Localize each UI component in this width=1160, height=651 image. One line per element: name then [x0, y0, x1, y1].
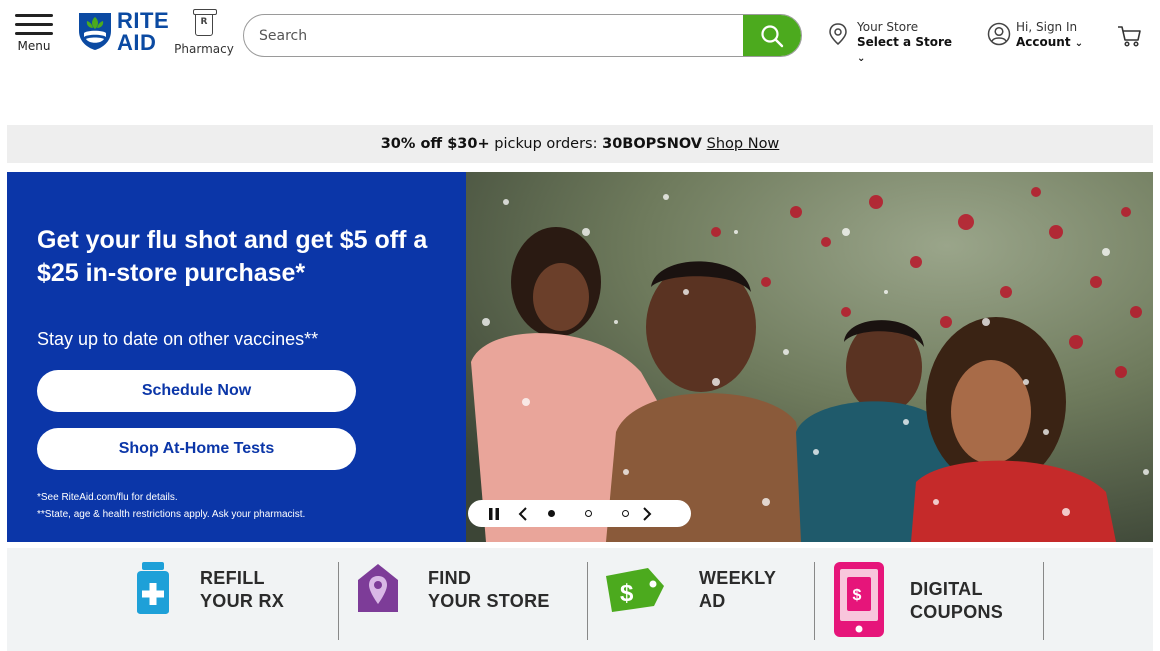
account-label: Account ⌄ [1016, 35, 1084, 49]
user-icon [987, 22, 1011, 46]
pause-icon [489, 507, 499, 520]
hero-text-panel: Get your flu shot and get $5 off a $25 i… [7, 172, 466, 542]
inactive-dot-icon [621, 510, 629, 517]
menu-button[interactable]: Menu [14, 14, 54, 58]
account-menu[interactable]: Hi, Sign In Account ⌄ [987, 20, 1097, 54]
chevron-down-icon: ⌄ [1074, 38, 1084, 49]
quick-link-label: REFILL YOUR RX [200, 568, 285, 611]
chevron-left-icon [518, 506, 527, 521]
hamburger-icon [14, 14, 54, 35]
logo-wordmark: RITE AID [117, 8, 170, 55]
family-photo [466, 172, 1153, 542]
quick-link-digital-coupons[interactable]: $ DIGITAL COUPONS [832, 548, 1042, 651]
pharmacy-link[interactable]: R Pharmacy [172, 9, 236, 60]
carousel-controls [468, 500, 691, 527]
divider [338, 562, 339, 640]
search-button[interactable] [743, 15, 801, 56]
shop-at-home-tests-button[interactable]: Shop At-Home Tests [37, 428, 356, 470]
site-header: Menu RITE AID R Pharmacy Search Your Sto… [0, 0, 1160, 72]
carousel-dot-2[interactable] [581, 500, 595, 527]
quick-link-label: FIND YOUR STORE [428, 568, 550, 611]
carousel-prev-button[interactable] [516, 500, 530, 527]
hero-title: Get your flu shot and get $5 off a $25 i… [37, 226, 428, 287]
promo-text: pickup orders: [489, 136, 603, 152]
hero-subtitle: Stay up to date on other vaccines** [37, 329, 319, 349]
schedule-now-button[interactable]: Schedule Now [37, 370, 356, 412]
menu-label: Menu [17, 39, 51, 53]
carousel-dot-1[interactable] [544, 500, 558, 527]
rite-aid-logo[interactable]: RITE AID [77, 10, 173, 56]
store-label: Your Store [857, 20, 919, 34]
quick-links-bar: REFILL YOUR RX FIND YOUR STORE $ WEEKLY AD [7, 548, 1153, 651]
cart-icon [1118, 26, 1141, 47]
promo-code: 30BOPSNOV [602, 136, 703, 152]
pharmacy-label: Pharmacy [174, 42, 234, 56]
digital-coupons-icon: $ [834, 562, 884, 637]
quick-link-weekly-ad[interactable]: $ WEEKLY AD [602, 548, 812, 651]
hero-carousel: Get your flu shot and get $5 off a $25 i… [7, 172, 1153, 542]
svg-text:$: $ [853, 587, 862, 604]
location-pin-icon [829, 23, 847, 45]
divider [1043, 562, 1044, 640]
pause-button[interactable] [484, 500, 504, 527]
active-dot-icon [547, 510, 555, 517]
weekly-ad-icon: $ [606, 568, 664, 612]
carousel-next-button[interactable] [640, 500, 654, 527]
carousel-dot-3[interactable] [618, 500, 632, 527]
search-input[interactable] [244, 15, 744, 56]
quick-link-find-store[interactable]: FIND YOUR STORE [352, 548, 582, 651]
shop-now-link[interactable]: Shop Now [707, 136, 780, 152]
chevron-right-icon [643, 506, 652, 521]
search-bar [243, 14, 802, 57]
cart-button[interactable] [1116, 22, 1144, 50]
divider [587, 562, 588, 640]
rx-bottle-icon: R [193, 9, 217, 36]
store-selector[interactable]: Your Store Select a Store ⌄ [828, 20, 958, 64]
rite-aid-shield-icon [79, 13, 111, 50]
sign-in-label: Hi, Sign In [1016, 20, 1078, 34]
refill-rx-icon [137, 562, 169, 614]
promo-discount: 30% off $30+ [380, 136, 490, 152]
hero-image [466, 172, 1153, 542]
quick-link-label: DIGITAL COUPONS [910, 579, 1004, 622]
chevron-down-icon: ⌄ [857, 53, 866, 64]
search-icon [761, 24, 784, 47]
disclaimer-restrictions: **State, age & health restrictions apply… [37, 509, 306, 520]
svg-text:$: $ [620, 580, 634, 607]
find-store-icon [358, 564, 398, 612]
divider [814, 562, 815, 640]
disclaimer-flu: *See RiteAid.com/flu for details. [37, 492, 178, 503]
promo-banner: 30% off $30+ pickup orders: 30BOPSNOV Sh… [7, 125, 1153, 163]
quick-link-label: WEEKLY AD [699, 568, 777, 611]
quick-link-refill-rx[interactable]: REFILL YOUR RX [127, 548, 337, 651]
select-store-label: Select a Store ⌄ [857, 35, 953, 64]
inactive-dot-icon [584, 510, 592, 517]
